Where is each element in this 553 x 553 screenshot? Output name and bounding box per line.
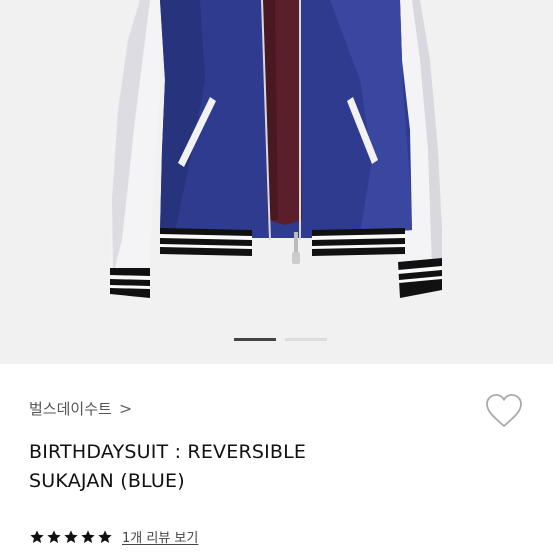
carousel-dot[interactable] bbox=[285, 338, 327, 341]
jacket-photo bbox=[110, 0, 442, 300]
product-title-line-1: BIRTHDAYSUIT : REVERSIBLE bbox=[29, 441, 307, 463]
star-icon bbox=[47, 529, 61, 543]
rating-row: 1개 리뷰 보기 bbox=[29, 527, 198, 546]
star-icon bbox=[98, 529, 112, 543]
star-icon bbox=[64, 529, 78, 543]
product-title: BIRTHDAYSUIT : REVERSIBLE SUKAJAN (BLUE) bbox=[29, 438, 489, 496]
brand-name: 벌스데이수트 bbox=[29, 400, 112, 418]
carousel-dot-active[interactable] bbox=[234, 338, 276, 341]
chevron-right-icon: > bbox=[118, 399, 133, 418]
carousel-indicator bbox=[0, 338, 553, 342]
star-icon bbox=[81, 529, 95, 543]
brand-link[interactable]: 벌스데이수트 > bbox=[29, 398, 132, 419]
star-rating bbox=[29, 529, 113, 545]
heart-outline-icon bbox=[486, 394, 522, 428]
product-title-line-2: SUKAJAN (BLUE) bbox=[29, 470, 185, 492]
star-icon bbox=[30, 529, 44, 543]
view-reviews-link[interactable]: 1개 리뷰 보기 bbox=[122, 527, 198, 546]
product-image-carousel[interactable] bbox=[0, 0, 553, 364]
wishlist-button[interactable] bbox=[485, 393, 523, 429]
